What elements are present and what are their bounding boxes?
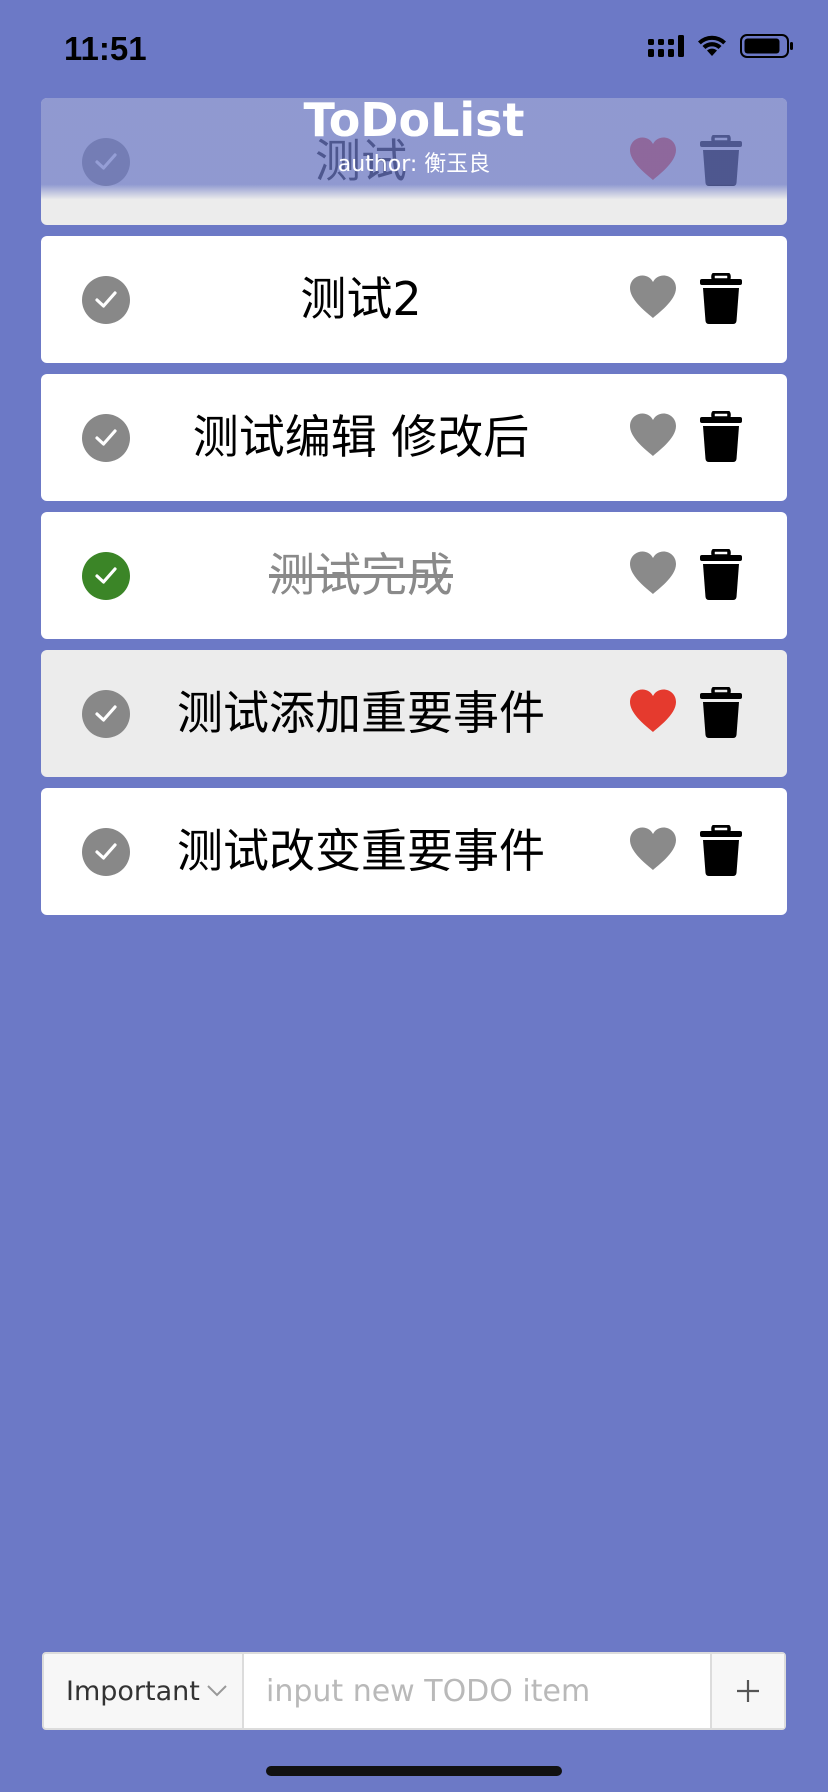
trash-icon bbox=[700, 824, 742, 876]
heart-icon bbox=[630, 689, 676, 732]
todo-item[interactable]: 测试编辑 修改后 bbox=[41, 374, 787, 501]
app-author: author: 衡玉良 bbox=[337, 152, 491, 177]
todo-text[interactable]: 测试编辑 修改后 bbox=[151, 374, 571, 501]
important-toggle[interactable] bbox=[628, 550, 678, 600]
plus-icon bbox=[737, 1680, 759, 1702]
important-toggle[interactable] bbox=[628, 688, 678, 738]
add-todo-button[interactable] bbox=[710, 1654, 784, 1728]
heart-icon bbox=[630, 551, 676, 594]
complete-toggle[interactable] bbox=[82, 552, 130, 600]
home-indicator bbox=[266, 1766, 562, 1776]
heart-icon bbox=[630, 275, 676, 318]
app-title: ToDoList bbox=[303, 93, 525, 147]
new-todo-bar: Important bbox=[42, 1652, 786, 1730]
check-icon bbox=[95, 843, 117, 860]
status-bar: 11:51 bbox=[0, 0, 828, 100]
wifi-icon bbox=[696, 34, 728, 62]
todo-item[interactable]: 测试完成 bbox=[41, 512, 787, 639]
todo-item[interactable]: 测试添加重要事件 bbox=[41, 650, 787, 777]
todo-item[interactable]: 测试改变重要事件 bbox=[41, 788, 787, 915]
complete-toggle[interactable] bbox=[82, 276, 130, 324]
trash-icon bbox=[700, 548, 742, 600]
trash-icon bbox=[700, 272, 742, 324]
check-icon bbox=[95, 705, 117, 722]
important-toggle[interactable] bbox=[628, 826, 678, 876]
cellular-signal-icon bbox=[648, 35, 684, 61]
complete-toggle[interactable] bbox=[82, 690, 130, 738]
battery-icon bbox=[740, 34, 794, 62]
delete-button[interactable] bbox=[699, 686, 743, 739]
complete-toggle[interactable] bbox=[82, 414, 130, 462]
priority-selected-value: Important bbox=[66, 1675, 200, 1707]
trash-icon bbox=[700, 686, 742, 738]
delete-button[interactable] bbox=[699, 824, 743, 877]
todo-text[interactable]: 测试添加重要事件 bbox=[151, 650, 571, 777]
chevron-down-icon bbox=[207, 1685, 227, 1697]
check-icon bbox=[95, 567, 117, 584]
check-icon bbox=[95, 291, 117, 308]
todo-item[interactable]: 测试2 bbox=[41, 236, 787, 363]
delete-button[interactable] bbox=[699, 410, 743, 463]
status-time: 11:51 bbox=[64, 30, 147, 67]
heart-icon bbox=[630, 827, 676, 870]
todo-text[interactable]: 测试改变重要事件 bbox=[151, 788, 571, 915]
delete-button[interactable] bbox=[699, 272, 743, 325]
check-icon bbox=[95, 429, 117, 446]
important-toggle[interactable] bbox=[628, 412, 678, 462]
trash-icon bbox=[700, 410, 742, 462]
priority-select[interactable]: Important bbox=[44, 1654, 244, 1728]
status-icons bbox=[648, 34, 794, 62]
important-toggle[interactable] bbox=[628, 274, 678, 324]
delete-button[interactable] bbox=[699, 548, 743, 601]
new-todo-input[interactable] bbox=[244, 1654, 710, 1728]
app-header: ToDoList author: 衡玉良 bbox=[0, 92, 828, 180]
todo-text[interactable]: 测试2 bbox=[151, 236, 571, 363]
heart-icon bbox=[630, 413, 676, 456]
todo-text[interactable]: 测试完成 bbox=[151, 512, 571, 639]
todo-list: 测试 测试2 测试编辑 修改后 测试完成 测试添加重要事件 测试改变重要事件 bbox=[41, 98, 787, 926]
complete-toggle[interactable] bbox=[82, 828, 130, 876]
